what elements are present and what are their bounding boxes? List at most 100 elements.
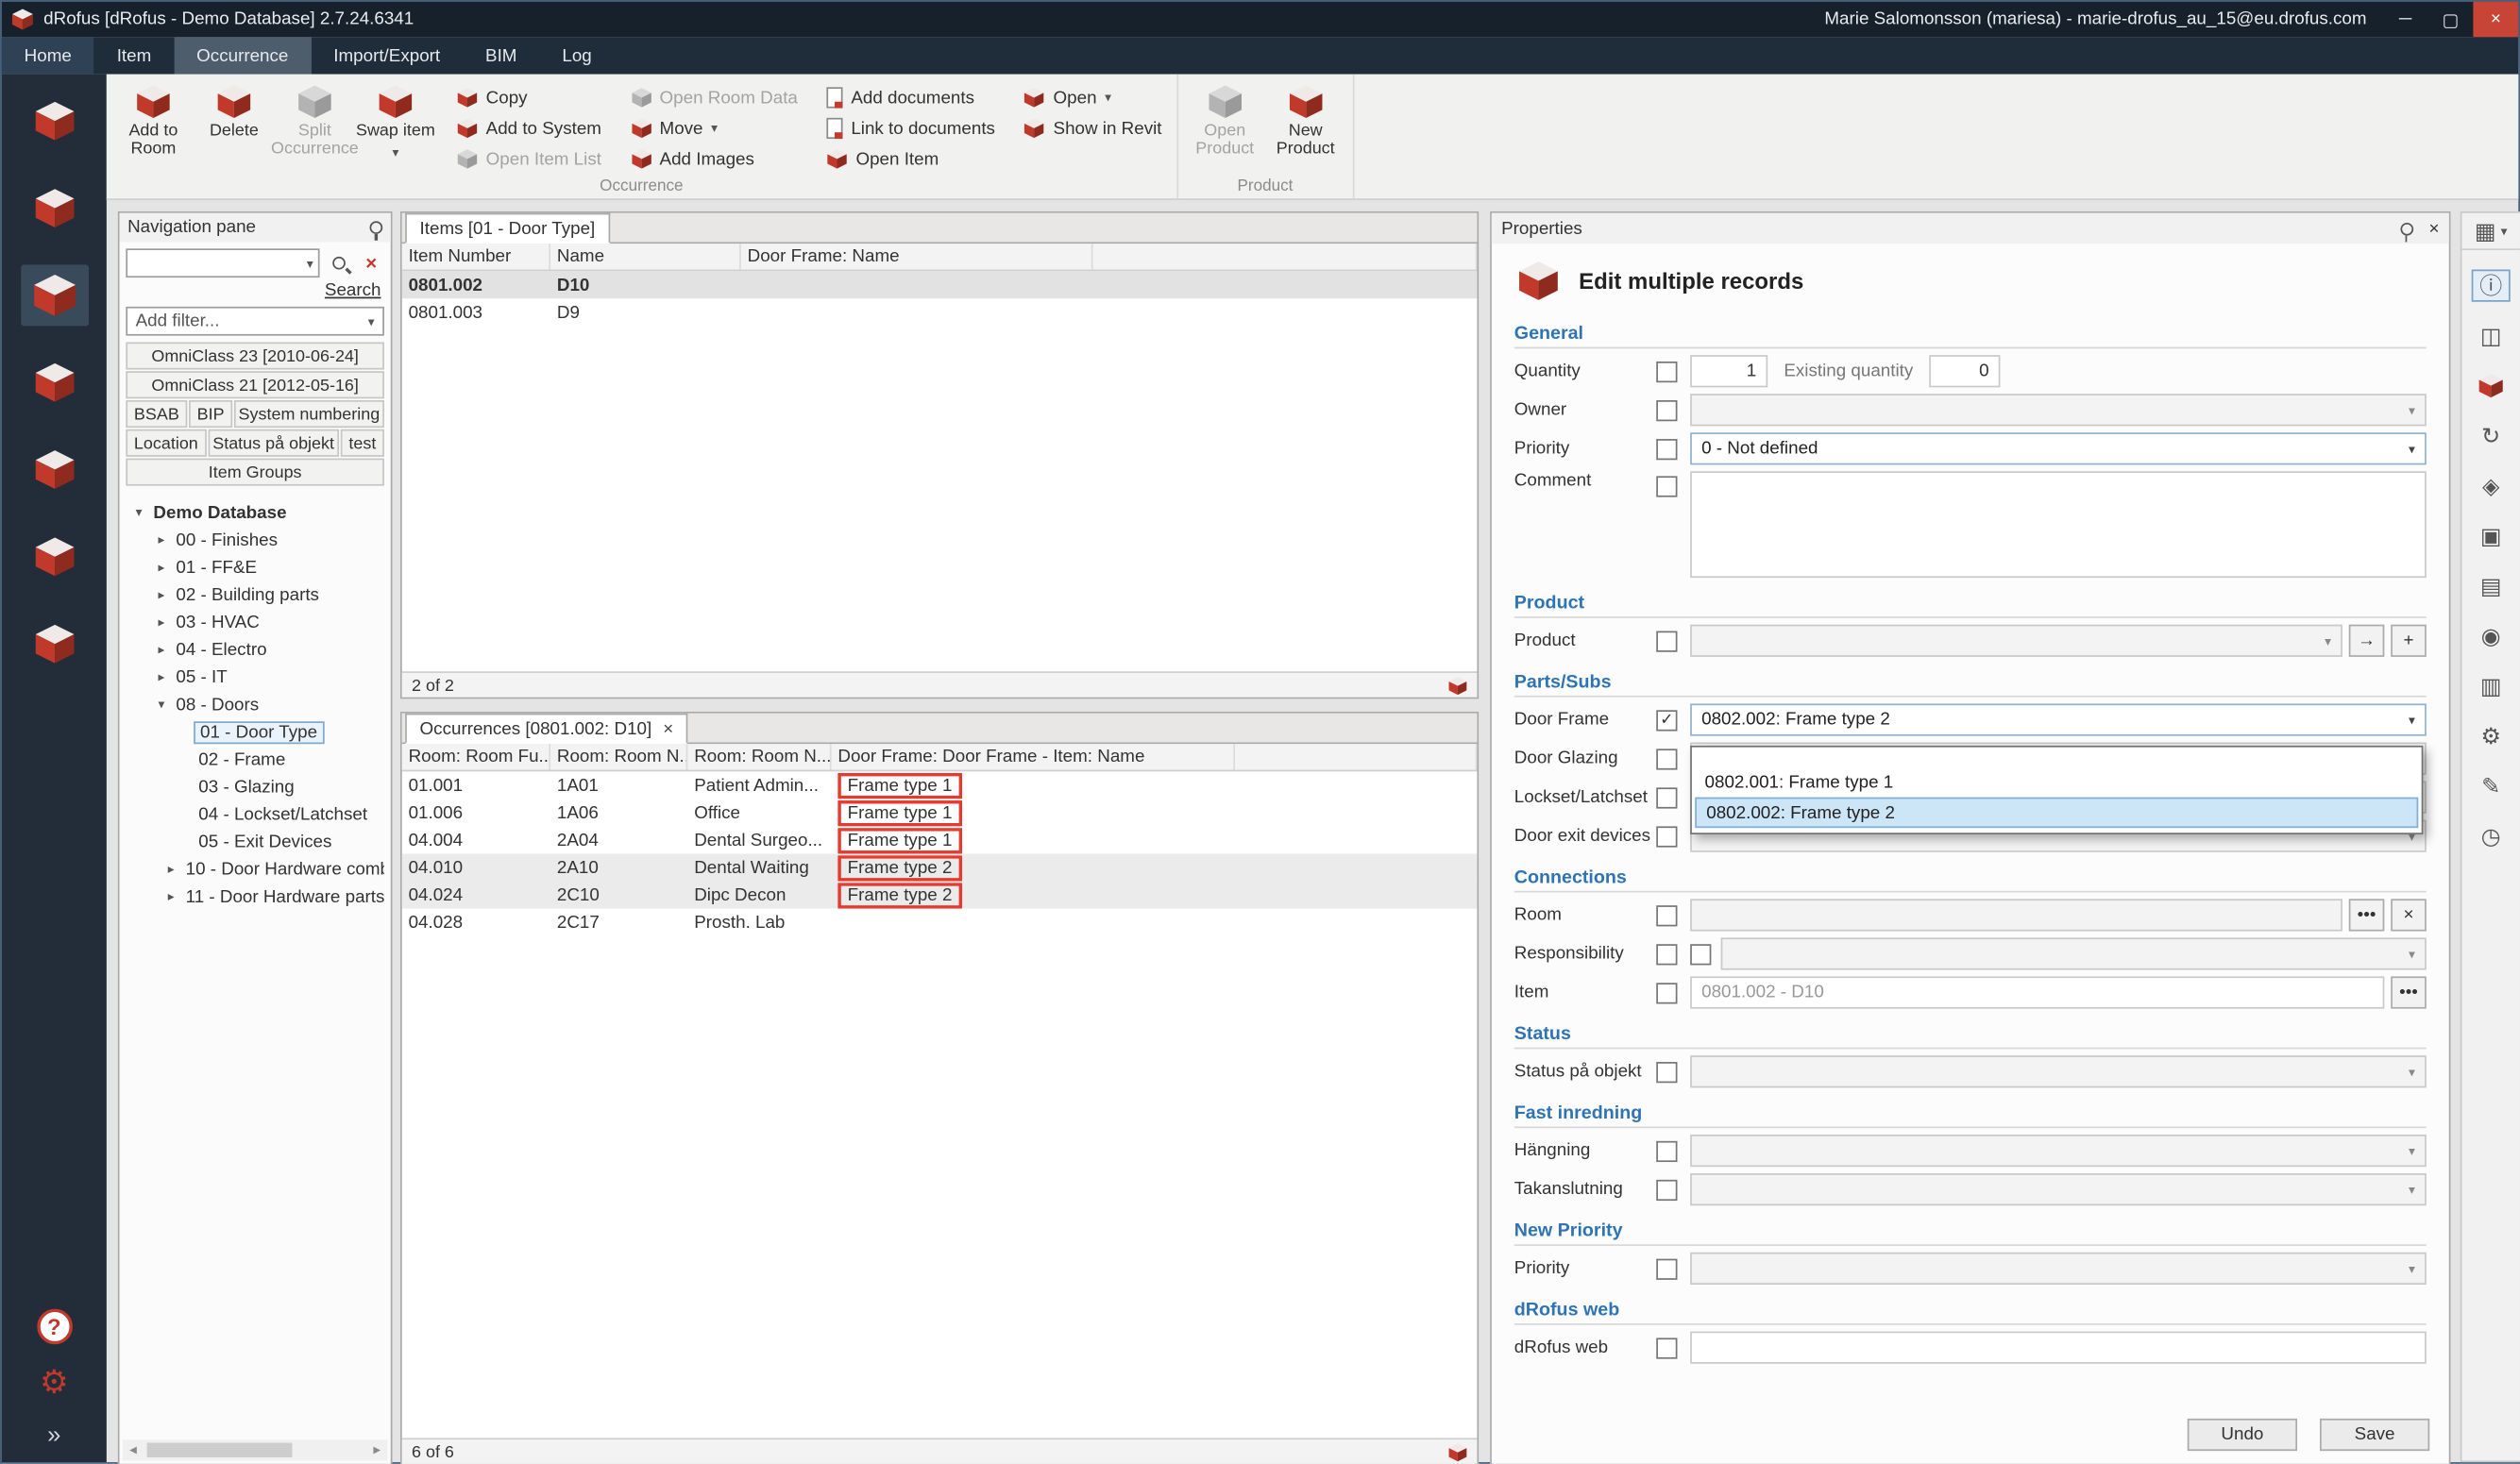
expand-sidebar-icon[interactable]: » — [47, 1422, 60, 1449]
table-row[interactable]: 04.010 2A10 Dental Waiting Frame type 2 — [402, 853, 1478, 881]
tree-node-hvac[interactable]: ▸03 - HVAC — [126, 609, 384, 636]
occurrence-properties-icon[interactable] — [2472, 370, 2511, 402]
pin-icon[interactable] — [370, 221, 383, 234]
rooms-module-icon[interactable] — [20, 177, 88, 239]
takanslutning-checkbox[interactable] — [1656, 1179, 1677, 1200]
room-checkbox[interactable] — [1656, 904, 1677, 925]
col-room-name[interactable]: Room: Room N... — [687, 744, 831, 769]
add-images-button[interactable]: Add Images — [622, 143, 805, 174]
new-product-button[interactable]: New Product — [1265, 77, 1345, 158]
room-clear-button[interactable]: × — [2391, 899, 2427, 931]
tab-log[interactable]: Log — [539, 37, 614, 74]
close-panel-icon[interactable]: × — [2428, 219, 2439, 239]
sync-icon[interactable]: ↻ — [2472, 420, 2511, 452]
new-priority-select[interactable]: ▾ — [1690, 1253, 2427, 1285]
drofus-web-input[interactable] — [1690, 1332, 2427, 1364]
systems-module-icon[interactable] — [20, 352, 88, 413]
table-row[interactable]: 04.004 2A04 Dental Surgeo... Frame type … — [402, 826, 1478, 853]
tree-node-lockset[interactable]: 04 - Lockset/Latchset — [126, 800, 384, 828]
documents-icon[interactable]: ▤ — [2472, 570, 2511, 602]
expand-icon[interactable]: ▸ — [161, 862, 181, 876]
door-icon[interactable] — [1448, 1442, 1468, 1462]
horizontal-scrollbar[interactable]: ◂ ▸ — [123, 1439, 387, 1460]
expand-icon[interactable]: ▸ — [152, 560, 172, 574]
parts-icon[interactable]: ▥ — [2472, 670, 2511, 702]
clear-search-icon[interactable]: × — [359, 248, 384, 278]
tree-node-exit-devices[interactable]: 05 - Exit Devices — [126, 828, 384, 855]
filter-omniclass23-button[interactable]: OmniClass 23 [2010-06-24] — [126, 342, 384, 369]
comment-checkbox[interactable] — [1656, 476, 1677, 496]
copy-properties-icon[interactable]: ◫ — [2472, 320, 2511, 352]
expand-icon[interactable]: ▸ — [161, 889, 181, 903]
responsibility-value-checkbox[interactable] — [1690, 943, 1711, 964]
table-row[interactable]: 04.028 2C17 Prosth. Lab — [402, 909, 1478, 936]
item-input[interactable]: 0801.002 - D10 — [1690, 976, 2384, 1008]
search-input[interactable]: ▾ — [126, 248, 319, 278]
room-browse-button[interactable]: ••• — [2349, 899, 2385, 931]
close-button[interactable]: × — [2473, 2, 2518, 38]
open-item-button[interactable]: Open Item — [819, 143, 1003, 174]
search-link[interactable]: Search — [126, 281, 381, 301]
tree-node-door-hardware-combinations[interactable]: ▸10 - Door Hardware combir — [126, 855, 384, 883]
help-icon[interactable]: ? — [36, 1309, 72, 1345]
add-to-system-button[interactable]: Add to System — [448, 113, 609, 143]
maximize-button[interactable]: ▢ — [2428, 2, 2474, 38]
col-door-frame-name[interactable]: Door Frame: Name — [741, 244, 1093, 269]
owner-select[interactable]: ▾ — [1690, 394, 2427, 426]
table-row[interactable]: 0801.002 D10 — [402, 271, 1478, 298]
filter-test-button[interactable]: test — [341, 429, 384, 457]
status-pa-objekt-checkbox[interactable] — [1656, 1061, 1677, 1082]
filter-location-button[interactable]: Location — [126, 429, 206, 457]
view-grid-icon[interactable]: ▦ — [2475, 214, 2496, 246]
lockset-checkbox[interactable] — [1656, 787, 1677, 808]
quantity-input[interactable]: 1 — [1690, 355, 1767, 387]
add-documents-button[interactable]: Add documents — [819, 82, 1003, 112]
settings-icon[interactable]: ⚙ — [2472, 720, 2511, 752]
filter-bip-button[interactable]: BIP — [189, 400, 232, 428]
tree-node-finishes[interactable]: ▸00 - Finishes — [126, 526, 384, 553]
open-product-button[interactable]: Open Product — [1184, 77, 1264, 158]
occurrences-tab[interactable]: Occurrences [0801.002: D10] × — [405, 714, 687, 744]
goto-product-button[interactable]: → — [2349, 625, 2385, 657]
tree-node-ffe[interactable]: ▸01 - FF&E — [126, 553, 384, 581]
door-icon[interactable] — [1448, 676, 1468, 696]
undo-button[interactable]: Undo — [2188, 1419, 2297, 1451]
existing-quantity-input[interactable]: 0 — [1929, 355, 2000, 387]
hangning-checkbox[interactable] — [1656, 1140, 1677, 1161]
tree-node-door-type[interactable]: 01 - Door Type — [126, 718, 384, 746]
add-filter-select[interactable]: Add filter... ▾ — [126, 307, 384, 336]
close-tab-icon[interactable]: × — [663, 719, 673, 739]
camera-icon[interactable]: ◉ — [2472, 620, 2511, 652]
priority-select[interactable]: 0 - Not defined ▾ — [1690, 432, 2427, 464]
drofus-web-checkbox[interactable] — [1656, 1338, 1677, 1358]
item-browse-button[interactable]: ••• — [2391, 976, 2427, 1008]
tree-node-frame[interactable]: 02 - Frame — [126, 746, 384, 773]
tree-node-demo-database[interactable]: ▾Demo Database — [126, 498, 384, 526]
tree-node-doors[interactable]: ▾08 - Doors — [126, 691, 384, 718]
items-tab[interactable]: Items [01 - Door Type] — [405, 213, 610, 244]
door-glazing-checkbox[interactable] — [1656, 748, 1677, 768]
tree-node-it[interactable]: ▸05 - IT — [126, 664, 384, 691]
move-button[interactable]: Move ▾ — [622, 113, 805, 143]
documents-module-icon[interactable] — [20, 614, 88, 675]
priority-checkbox[interactable] — [1656, 438, 1677, 459]
responsibility-checkbox[interactable] — [1656, 943, 1677, 964]
tab-import-export[interactable]: Import/Export — [311, 37, 463, 74]
table-row[interactable]: 01.006 1A06 Office Frame type 1 — [402, 799, 1478, 826]
tab-occurrence[interactable]: Occurrence — [174, 37, 311, 74]
item-checkbox[interactable] — [1656, 982, 1677, 1002]
product-checkbox[interactable] — [1656, 631, 1677, 651]
collapse-icon[interactable]: ▾ — [152, 698, 172, 712]
col-room-number[interactable]: Room: Room N... — [550, 744, 687, 769]
filter-omniclass21-button[interactable]: OmniClass 21 [2012-05-16] — [126, 371, 384, 398]
save-button[interactable]: Save — [2320, 1419, 2429, 1451]
history-clock-icon[interactable]: ◷ — [2472, 820, 2511, 852]
open-button[interactable]: Open ▾ — [1016, 82, 1170, 112]
door-frame-select[interactable]: 0802.002: Frame type 2 ▾ — [1690, 703, 2427, 735]
items-module-icon[interactable] — [20, 91, 88, 152]
copy-button[interactable]: Copy — [448, 82, 609, 112]
responsibility-select[interactable]: ▾ — [1721, 937, 2427, 969]
add-product-button[interactable]: + — [2391, 625, 2427, 657]
table-row[interactable]: 01.001 1A01 Patient Admin... Frame type … — [402, 771, 1478, 799]
expand-icon[interactable]: ▸ — [152, 670, 172, 684]
